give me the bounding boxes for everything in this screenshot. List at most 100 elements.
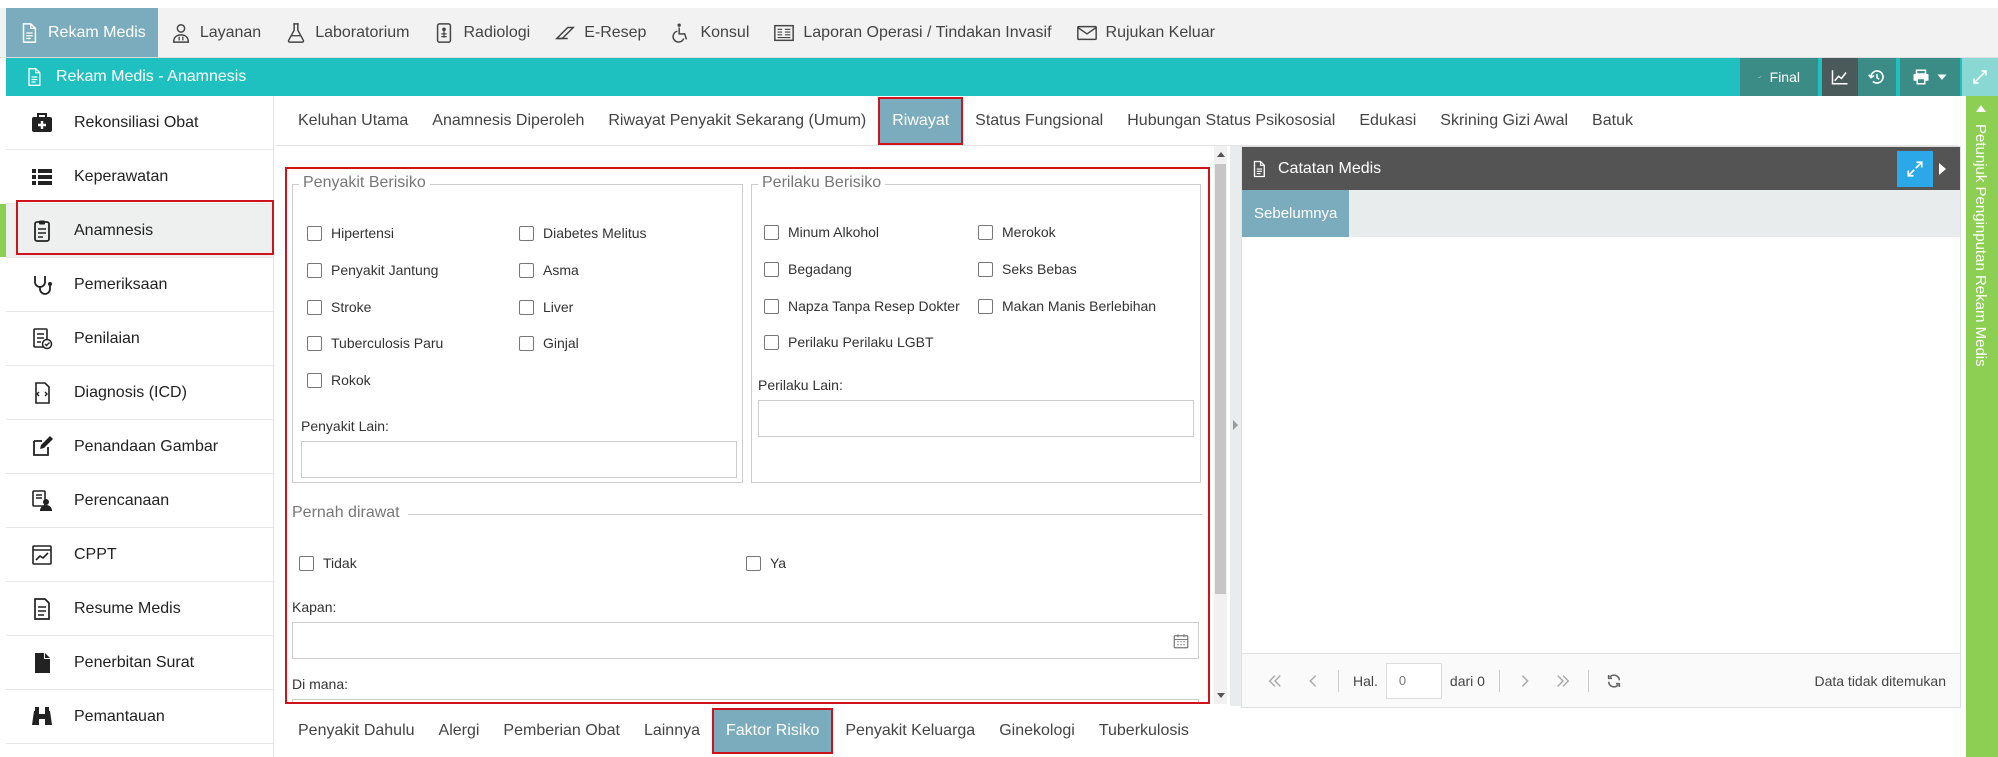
nav-radiologi[interactable]: Radiologi bbox=[421, 8, 542, 57]
tab-pemberian-obat[interactable]: Pemberian Obat bbox=[491, 708, 632, 754]
form-scrollbar[interactable] bbox=[1214, 146, 1227, 704]
sidebar-item-keperawatan[interactable]: Keperawatan bbox=[6, 150, 273, 204]
sidebar-item-penerbitan-surat[interactable]: Penerbitan Surat bbox=[6, 636, 273, 690]
checkbox-box[interactable] bbox=[519, 225, 534, 241]
expand-button[interactable] bbox=[1897, 150, 1933, 187]
checkbox-makan-manis[interactable]: Makan Manis Berlebihan bbox=[978, 298, 1156, 314]
checkbox-diabetes-melitus[interactable]: Diabetes Melitus bbox=[519, 225, 647, 241]
checkbox-perilaku-lgbt[interactable]: Perilaku Perilaku LGBT bbox=[764, 334, 934, 350]
sidebar-item-perencanaan[interactable]: Perencanaan bbox=[6, 474, 273, 528]
last-page-button[interactable] bbox=[1544, 663, 1582, 699]
tab-penyakit-dahulu[interactable]: Penyakit Dahulu bbox=[286, 708, 427, 754]
final-button[interactable]: Final bbox=[1740, 58, 1818, 96]
checkbox-box[interactable] bbox=[764, 261, 779, 277]
next-page-button[interactable] bbox=[1506, 663, 1544, 699]
tab-faktor-risiko[interactable]: Faktor Risiko bbox=[711, 708, 834, 754]
sidebar-item-pemeriksaan[interactable]: Pemeriksaan bbox=[6, 258, 273, 312]
checkbox-seks-bebas[interactable]: Seks Bebas bbox=[978, 261, 1077, 277]
checkbox-box[interactable] bbox=[764, 334, 779, 350]
history-button[interactable] bbox=[1858, 58, 1896, 96]
nav-laboratorium[interactable]: Laboratorium bbox=[273, 8, 421, 57]
nav-e-resep[interactable]: E-Resep bbox=[542, 8, 658, 57]
tab-status-fungsional[interactable]: Status Fungsional bbox=[963, 96, 1115, 145]
nav-rujukan-keluar[interactable]: Rujukan Keluar bbox=[1064, 8, 1227, 57]
kapan-date-input[interactable] bbox=[292, 622, 1199, 659]
prev-page-button[interactable] bbox=[1294, 663, 1332, 699]
tab-tuberkulosis[interactable]: Tuberkulosis bbox=[1087, 708, 1201, 754]
tab-ginekologi[interactable]: Ginekologi bbox=[987, 708, 1087, 754]
checkbox-box[interactable] bbox=[307, 262, 322, 278]
scroll-up-arrow[interactable] bbox=[1217, 152, 1225, 157]
tab-hubungan-status-psikososial[interactable]: Hubungan Status Psikososial bbox=[1115, 96, 1347, 145]
checkbox-box[interactable] bbox=[519, 335, 534, 351]
checkbox-box[interactable] bbox=[746, 555, 761, 571]
checkbox-box[interactable] bbox=[978, 224, 993, 240]
penyakit-lain-input[interactable] bbox=[301, 441, 737, 478]
checkbox-box[interactable] bbox=[307, 299, 322, 315]
checkbox-box[interactable] bbox=[764, 224, 779, 240]
page-number-input[interactable] bbox=[1385, 662, 1442, 699]
checkbox-box[interactable] bbox=[978, 261, 993, 277]
sidebar-item-anamnesis[interactable]: Anamnesis bbox=[0, 204, 273, 258]
sidebar-item-pemantauan[interactable]: Pemantauan bbox=[6, 690, 273, 744]
tab-anamnesis-diperoleh[interactable]: Anamnesis Diperoleh bbox=[420, 96, 596, 145]
checkbox-box[interactable] bbox=[299, 555, 314, 571]
petunjuk-side-tab[interactable]: Petunjuk Penginputan Rekam Medis bbox=[1966, 96, 1998, 757]
checkbox-penyakit-jantung[interactable]: Penyakit Jantung bbox=[307, 262, 438, 278]
checkbox-stroke[interactable]: Stroke bbox=[307, 299, 371, 315]
nav-laporan-operasi[interactable]: Laporan Operasi / Tindakan Invasif bbox=[761, 8, 1063, 57]
collapse-arrow-icon[interactable] bbox=[1939, 162, 1946, 175]
print-button[interactable] bbox=[1900, 58, 1960, 96]
tab-skrining-gizi-awal[interactable]: Skrining Gizi Awal bbox=[1428, 96, 1580, 145]
checkbox-box[interactable] bbox=[307, 335, 322, 351]
di-mana-input[interactable] bbox=[292, 699, 1199, 702]
splitter-grip-icon[interactable] bbox=[1233, 420, 1238, 430]
nav-layanan[interactable]: Layanan bbox=[158, 8, 273, 57]
checkbox-label: Rokok bbox=[331, 372, 371, 388]
chart-button[interactable] bbox=[1822, 58, 1858, 96]
refresh-button[interactable] bbox=[1595, 663, 1633, 699]
sidebar-item-penandaan-gambar[interactable]: Penandaan Gambar bbox=[6, 420, 273, 474]
checkbox-box[interactable] bbox=[307, 225, 322, 241]
checkbox-box[interactable] bbox=[519, 299, 534, 315]
sidebar-item-diagnosis-icd[interactable]: Diagnosis (ICD) bbox=[6, 366, 273, 420]
checkbox-tidak[interactable]: Tidak bbox=[299, 555, 357, 571]
tab-edukasi[interactable]: Edukasi bbox=[1347, 96, 1428, 145]
checkbox-box[interactable] bbox=[978, 298, 993, 314]
checkbox-box[interactable] bbox=[307, 372, 322, 388]
fullscreen-button[interactable] bbox=[1962, 58, 1998, 96]
tab-riwayat[interactable]: Riwayat bbox=[878, 96, 964, 145]
tab-keluhan-utama[interactable]: Keluhan Utama bbox=[286, 96, 420, 145]
calendar-icon[interactable] bbox=[1172, 632, 1190, 650]
sidebar-item-resume-medis[interactable]: Resume Medis bbox=[6, 582, 273, 636]
checkbox-box[interactable] bbox=[764, 298, 779, 314]
checkbox-napza-tanpa-resep[interactable]: Napza Tanpa Resep Dokter bbox=[764, 298, 960, 314]
checkbox-begadang[interactable]: Begadang bbox=[764, 261, 852, 277]
checkbox-minum-alkohol[interactable]: Minum Alkohol bbox=[764, 224, 879, 240]
tab-penyakit-keluarga[interactable]: Penyakit Keluarga bbox=[833, 708, 987, 754]
tab-lainnya[interactable]: Lainnya bbox=[632, 708, 712, 754]
sidebar-item-cppt[interactable]: CPPT bbox=[6, 528, 273, 582]
checkbox-rokok[interactable]: Rokok bbox=[307, 372, 371, 388]
sidebar-item-penilaian[interactable]: Penilaian bbox=[6, 312, 273, 366]
checkbox-hipertensi[interactable]: Hipertensi bbox=[307, 225, 394, 241]
scroll-thumb[interactable] bbox=[1215, 164, 1226, 594]
tab-batuk[interactable]: Batuk bbox=[1580, 96, 1645, 145]
first-page-button[interactable] bbox=[1256, 663, 1294, 699]
checkbox-box[interactable] bbox=[519, 262, 534, 278]
tab-alergi[interactable]: Alergi bbox=[427, 708, 492, 754]
checkbox-ginjal[interactable]: Ginjal bbox=[519, 335, 579, 351]
panel-splitter[interactable] bbox=[1230, 146, 1241, 706]
tab-sebelumnya[interactable]: Sebelumnya bbox=[1242, 190, 1350, 237]
checkbox-ya[interactable]: Ya bbox=[746, 555, 786, 571]
nav-rekam-medis[interactable]: Rekam Medis bbox=[6, 8, 158, 57]
scroll-down-arrow[interactable] bbox=[1217, 693, 1225, 698]
checkbox-liver[interactable]: Liver bbox=[519, 299, 573, 315]
sidebar-item-rekonsiliasi-obat[interactable]: Rekonsiliasi Obat bbox=[6, 96, 273, 150]
checkbox-asma[interactable]: Asma bbox=[519, 262, 579, 278]
checkbox-merokok[interactable]: Merokok bbox=[978, 224, 1056, 240]
perilaku-lain-input[interactable] bbox=[758, 400, 1194, 437]
checkbox-tuberculosis-paru[interactable]: Tuberculosis Paru bbox=[307, 335, 443, 351]
nav-konsul[interactable]: Konsul bbox=[658, 8, 761, 57]
tab-riwayat-penyakit-sekarang[interactable]: Riwayat Penyakit Sekarang (Umum) bbox=[596, 96, 878, 145]
